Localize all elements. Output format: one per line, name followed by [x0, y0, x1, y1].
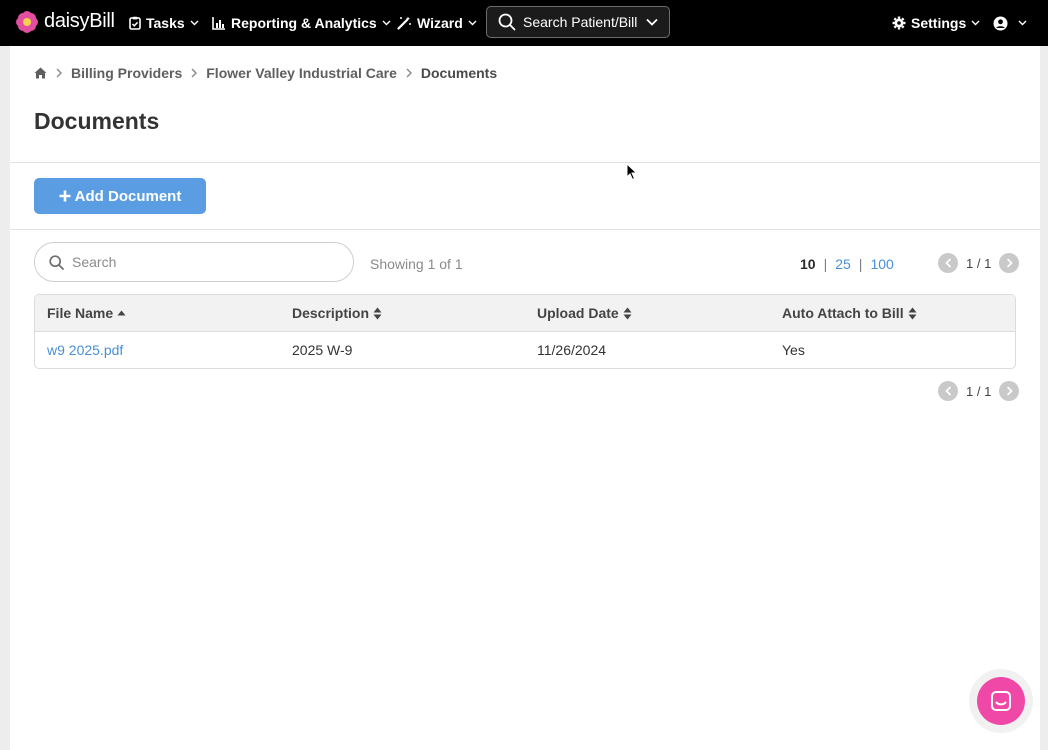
column-upload-date[interactable]: Upload Date: [537, 305, 632, 321]
next-page-button[interactable]: [999, 381, 1020, 401]
per-page-100[interactable]: 100: [870, 256, 893, 272]
table-header: File Name Description Upload Date Auto A…: [35, 295, 1015, 332]
description-cell: 2025 W-9: [292, 342, 353, 358]
mouse-cursor-icon: [626, 163, 638, 181]
logo-text: daisyBill: [44, 10, 115, 32]
pagination-bottom: 1 / 1: [938, 381, 1020, 401]
per-page-10[interactable]: 10: [800, 256, 816, 272]
breadcrumb-separator-icon: [191, 65, 198, 81]
column-auto-attach[interactable]: Auto Attach to Bill: [782, 305, 917, 321]
sort-asc-icon: [117, 310, 126, 316]
daisybill-logo[interactable]: daisyBill: [16, 10, 115, 33]
gear-icon: [892, 16, 906, 30]
nav-reporting-label: Reporting & Analytics: [231, 15, 377, 31]
column-label: Description: [292, 305, 370, 321]
chat-launcher-button[interactable]: [977, 677, 1025, 725]
plus-icon: [59, 186, 71, 207]
upload-date-cell: 11/26/2024: [537, 342, 607, 358]
prev-page-button[interactable]: [938, 381, 958, 401]
nav-wizard-label: Wizard: [417, 15, 463, 31]
document-search-input[interactable]: Search: [34, 242, 354, 282]
nav-settings[interactable]: Settings: [892, 0, 980, 46]
page-title: Documents: [34, 108, 160, 134]
file-name-link[interactable]: w9 2025.pdf: [47, 342, 123, 358]
column-file-name[interactable]: File Name: [47, 305, 126, 321]
chevron-left-icon: [944, 258, 951, 268]
documents-table: File Name Description Upload Date Auto A…: [34, 294, 1016, 369]
breadcrumb-current: Documents: [420, 65, 498, 81]
divider: [10, 162, 1040, 163]
add-document-label: Add Document: [74, 187, 182, 205]
chat-icon: [991, 691, 1011, 711]
add-document-button[interactable]: Add Document: [34, 178, 206, 214]
page-indicator: 1 / 1: [966, 255, 992, 271]
breadcrumb: Billing Providers Flower Valley Industri…: [34, 65, 497, 81]
breadcrumb-provider[interactable]: Flower Valley Industrial Care: [206, 65, 397, 81]
column-description[interactable]: Description: [292, 305, 382, 321]
search-icon: [498, 13, 516, 31]
nav-tasks[interactable]: Tasks: [129, 0, 199, 46]
chevron-down-icon: [1018, 20, 1027, 26]
table-row: w9 2025.pdf 2025 W-9 11/26/2024 Yes: [35, 332, 1015, 368]
auto-attach-cell: Yes: [782, 342, 805, 358]
clipboard-check-icon: [129, 16, 141, 30]
breadcrumb-separator-icon: [406, 65, 412, 81]
nav-reporting-analytics[interactable]: Reporting & Analytics: [212, 0, 391, 46]
per-page-25[interactable]: 25: [835, 256, 851, 272]
per-page-divider: |: [858, 256, 863, 272]
main-content: Billing Providers Flower Valley Industri…: [10, 46, 1040, 750]
top-navbar: daisyBill Tasks Reporting & Analytics Wi…: [0, 0, 1048, 46]
prev-page-button[interactable]: [938, 253, 958, 273]
nav-wizard[interactable]: Wizard: [397, 0, 477, 46]
home-icon[interactable]: [34, 67, 47, 79]
search-icon: [49, 254, 64, 270]
chevron-down-icon: [971, 20, 980, 26]
per-page-selector: 10 | 25 | 100: [800, 256, 894, 272]
chevron-down-icon: [190, 20, 199, 26]
chevron-down-icon: [468, 20, 477, 26]
user-menu[interactable]: [993, 0, 1027, 46]
search-placeholder: Search: [72, 254, 117, 270]
nav-tasks-label: Tasks: [146, 15, 185, 31]
chevron-down-icon: [382, 20, 391, 26]
chevron-right-icon: [1006, 386, 1013, 396]
pagination-top: 1 / 1: [938, 253, 1020, 273]
search-patient-bill-label: Search Patient/Bill: [523, 14, 638, 30]
breadcrumb-billing-providers[interactable]: Billing Providers: [71, 65, 182, 81]
sort-icon: [373, 307, 382, 319]
showing-count: Showing 1 of 1: [370, 256, 463, 272]
per-page-divider: |: [823, 256, 828, 272]
nav-settings-label: Settings: [911, 15, 967, 31]
next-page-button[interactable]: [999, 253, 1020, 273]
breadcrumb-separator-icon: [56, 65, 62, 81]
sort-icon: [908, 307, 917, 319]
divider: [10, 229, 1040, 230]
bar-chart-icon: [212, 16, 225, 30]
chevron-right-icon: [1006, 258, 1013, 268]
column-label: Upload Date: [537, 305, 619, 321]
sort-icon: [623, 307, 632, 319]
daisy-flower-icon: [16, 10, 38, 33]
chevron-down-icon: [646, 18, 658, 26]
chevron-left-icon: [944, 386, 951, 396]
user-circle-icon: [993, 16, 1008, 30]
page-indicator: 1 / 1: [966, 383, 992, 399]
column-label: File Name: [47, 305, 114, 321]
column-label: Auto Attach to Bill: [782, 305, 904, 321]
magic-wand-icon: [397, 16, 411, 30]
search-patient-bill[interactable]: Search Patient/Bill: [486, 6, 670, 38]
